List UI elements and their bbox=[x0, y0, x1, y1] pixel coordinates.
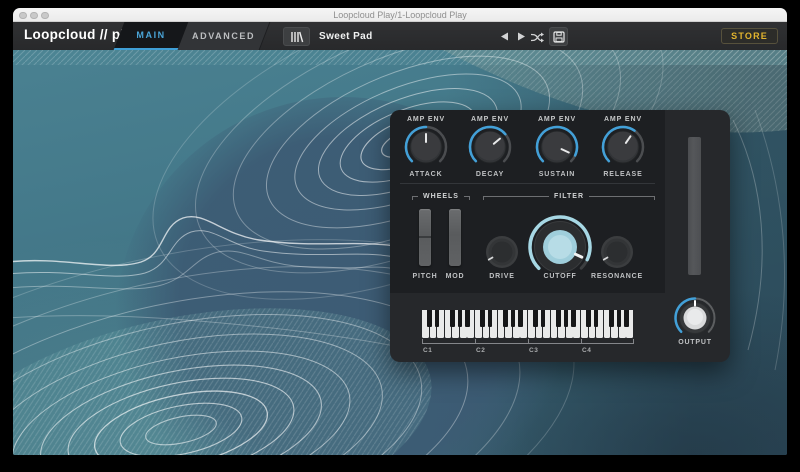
ruler-tick bbox=[422, 339, 423, 343]
release-label: RELEASE bbox=[603, 171, 642, 178]
black-key[interactable] bbox=[624, 310, 629, 327]
octave-label-c3: C3 bbox=[529, 347, 538, 354]
pitch-wheel-center-line bbox=[419, 236, 431, 238]
bracket-line bbox=[589, 196, 655, 200]
sustain-knob[interactable] bbox=[533, 123, 581, 171]
black-key[interactable] bbox=[571, 310, 576, 327]
sustain-control: AMP ENV SUSTAIN bbox=[525, 116, 589, 178]
black-key[interactable] bbox=[465, 310, 470, 327]
synth-panel: AMP ENV ATTACK AMP ENV DECAY AMP ENV SUS… bbox=[390, 110, 730, 362]
ruler-tick bbox=[633, 339, 634, 343]
ruler-tick bbox=[581, 339, 582, 343]
octave-label-c1: C1 bbox=[423, 347, 432, 354]
level-meter bbox=[688, 137, 701, 275]
black-key[interactable] bbox=[609, 310, 614, 327]
black-key[interactable] bbox=[586, 310, 591, 327]
cutoff-label: CUTOFF bbox=[535, 273, 585, 280]
black-key[interactable] bbox=[564, 310, 569, 327]
attack-knob[interactable] bbox=[402, 123, 450, 171]
drive-knob[interactable] bbox=[482, 232, 522, 272]
black-key[interactable] bbox=[435, 310, 440, 327]
amp-env-group-label: AMP ENV bbox=[407, 116, 445, 123]
black-key[interactable] bbox=[458, 310, 463, 327]
amp-env-group-label: AMP ENV bbox=[538, 116, 576, 123]
prev-preset-button[interactable] bbox=[500, 32, 510, 41]
black-key[interactable] bbox=[503, 310, 508, 327]
tab-strip: MAIN ADVANCED bbox=[119, 22, 265, 50]
drive-label: DRIVE bbox=[482, 273, 522, 280]
decay-label: DECAY bbox=[476, 171, 504, 178]
mod-wheel[interactable] bbox=[449, 209, 461, 266]
preset-name[interactable]: Sweet Pad bbox=[319, 31, 373, 42]
wheels-group-label: WHEELS bbox=[418, 193, 464, 200]
black-key[interactable] bbox=[511, 310, 516, 327]
window-title: Loopcloud Play/1-Loopcloud Play bbox=[13, 10, 787, 20]
decay-control: AMP ENV DECAY bbox=[458, 116, 522, 178]
black-key[interactable] bbox=[488, 310, 493, 327]
amp-env-group-label: AMP ENV bbox=[604, 116, 642, 123]
black-key[interactable] bbox=[450, 310, 455, 327]
cutoff-knob[interactable] bbox=[526, 213, 594, 281]
black-key[interactable] bbox=[518, 310, 523, 327]
titlebar: Loopcloud Play/1-Loopcloud Play bbox=[13, 8, 787, 22]
wheels-group: WHEELS bbox=[412, 196, 470, 204]
output-label: OUTPUT bbox=[665, 339, 725, 346]
output-knob[interactable] bbox=[671, 294, 719, 342]
save-preset-button[interactable] bbox=[549, 27, 568, 46]
ruler-tick bbox=[528, 339, 529, 343]
pitch-wheel[interactable] bbox=[419, 209, 431, 266]
keyboard-ruler bbox=[422, 340, 634, 344]
tab-main-label: MAIN bbox=[137, 30, 166, 40]
resonance-label: RESONANCE bbox=[587, 273, 647, 280]
tab-main[interactable]: MAIN bbox=[114, 22, 189, 50]
release-knob[interactable] bbox=[599, 123, 647, 171]
octave-label-c4: C4 bbox=[582, 347, 591, 354]
black-key[interactable] bbox=[427, 310, 432, 327]
next-preset-button[interactable] bbox=[516, 32, 526, 41]
mod-label: MOD bbox=[440, 273, 470, 280]
plugin-window: Loopcloud Play/1-Loopcloud Play Loopclou… bbox=[13, 8, 787, 455]
black-key[interactable] bbox=[533, 310, 538, 327]
attack-label: ATTACK bbox=[409, 171, 442, 178]
section-divider bbox=[400, 183, 655, 184]
store-button[interactable]: STORE bbox=[721, 28, 778, 44]
filter-group: FILTER bbox=[483, 196, 655, 204]
keyboard bbox=[422, 310, 634, 338]
filter-group-label: FILTER bbox=[549, 193, 589, 200]
background-artwork: AMP ENV ATTACK AMP ENV DECAY AMP ENV SUS… bbox=[13, 50, 787, 455]
black-key[interactable] bbox=[594, 310, 599, 327]
black-key[interactable] bbox=[617, 310, 622, 327]
black-key[interactable] bbox=[556, 310, 561, 327]
tab-advanced[interactable]: ADVANCED bbox=[178, 22, 271, 50]
shuffle-icon[interactable] bbox=[531, 32, 544, 43]
sustain-label: SUSTAIN bbox=[539, 171, 576, 178]
bracket-line bbox=[483, 196, 549, 200]
toolbar: Loopcloud // play MAIN ADVANCED Sweet Pa… bbox=[13, 22, 787, 50]
bracket-line bbox=[464, 196, 470, 200]
black-key[interactable] bbox=[541, 310, 546, 327]
resonance-knob[interactable] bbox=[597, 232, 637, 272]
screen: Loopcloud Play/1-Loopcloud Play Loopclou… bbox=[0, 0, 800, 472]
decay-knob[interactable] bbox=[466, 123, 514, 171]
attack-control: AMP ENV ATTACK bbox=[394, 116, 458, 178]
release-control: AMP ENV RELEASE bbox=[591, 116, 655, 178]
octave-label-c2: C2 bbox=[476, 347, 485, 354]
store-button-label: STORE bbox=[731, 31, 768, 41]
black-key[interactable] bbox=[480, 310, 485, 327]
preset-browser-button[interactable] bbox=[283, 27, 310, 46]
preset-browser-icon bbox=[289, 31, 304, 43]
tab-advanced-label: ADVANCED bbox=[192, 31, 255, 41]
ruler-tick bbox=[475, 339, 476, 343]
pitch-label: PITCH bbox=[407, 273, 443, 280]
save-icon bbox=[553, 31, 565, 43]
amp-env-group-label: AMP ENV bbox=[471, 116, 509, 123]
